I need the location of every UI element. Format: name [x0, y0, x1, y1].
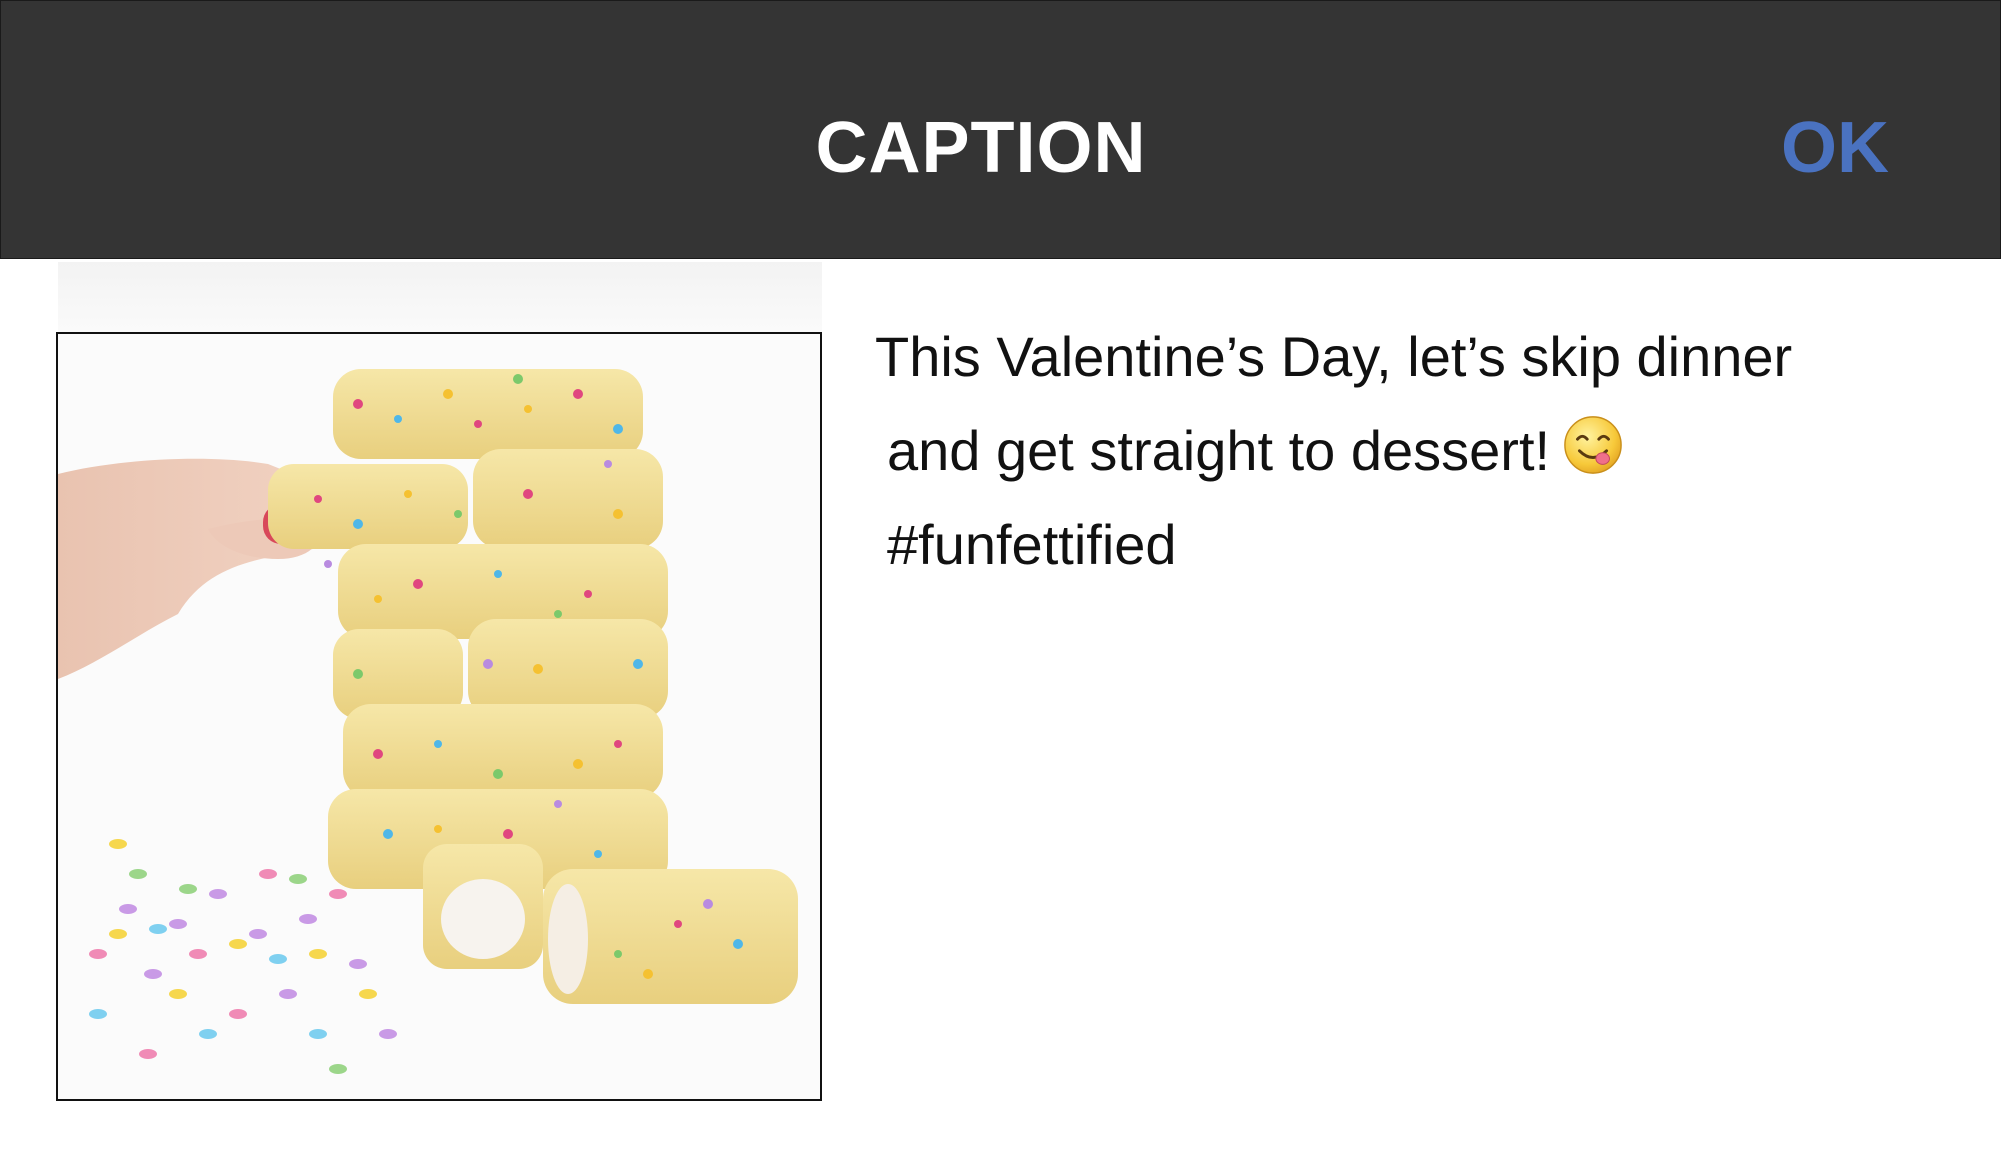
caption-line-1: This Valentine’s Day, let’s skip dinner	[875, 325, 1793, 388]
caption-header-bar: CAPTION OK	[0, 0, 2001, 259]
ok-button[interactable]: OK	[1781, 106, 1889, 190]
funfetti-twinkie-stack-image	[58, 334, 820, 1099]
photo-top-strip	[58, 262, 822, 332]
caption-text-area[interactable]: This Valentine’s Day, let’s skip dinner …	[875, 310, 1925, 592]
post-photo-thumbnail	[56, 332, 822, 1101]
face-savoring-food-icon	[1564, 416, 1622, 474]
page-title: CAPTION	[815, 108, 1147, 188]
caption-line-2-text: and get straight to dessert!	[887, 419, 1551, 482]
caption-hashtag: #funfettified	[887, 513, 1177, 576]
caption-line-2: and get straight to dessert!	[875, 404, 1925, 498]
